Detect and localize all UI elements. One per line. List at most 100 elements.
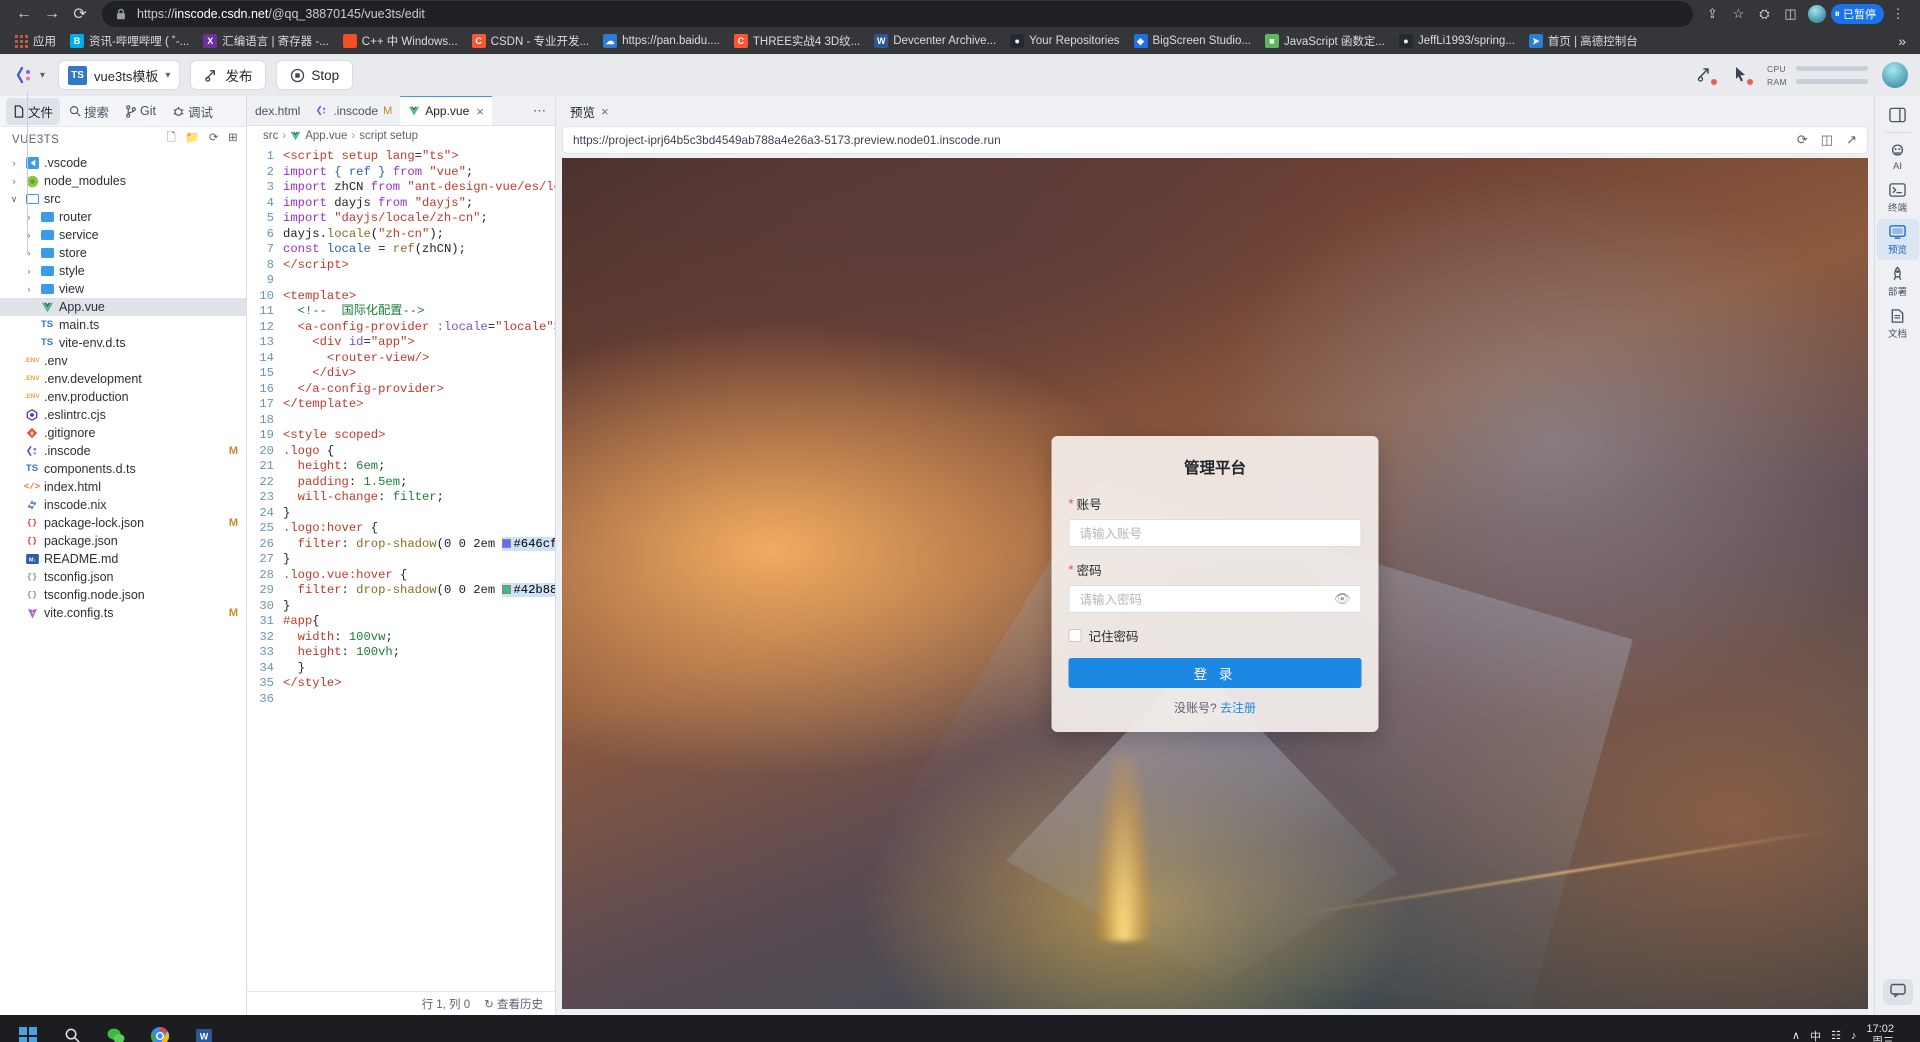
remember-password-row[interactable]: 记住密码 [1068, 626, 1362, 645]
explorer-tab-3[interactable]: Git [118, 100, 163, 122]
extensions-icon[interactable]: ⛭ [1753, 2, 1777, 26]
line-content[interactable] [283, 273, 555, 289]
tree-file[interactable]: .ENV .env.production [0, 388, 246, 406]
network-icon[interactable]: ☷ [1831, 1029, 1841, 1042]
breadcrumb-file[interactable]: App.vue [305, 130, 347, 142]
new-folder-icon[interactable]: 📁 [185, 130, 200, 149]
line-content[interactable] [283, 692, 555, 708]
line-content[interactable]: height: 100vh; [283, 645, 555, 661]
line-content[interactable]: dayjs.locale("zh-cn"); [283, 227, 555, 243]
chevron-down-icon[interactable]: ∨ [8, 194, 20, 205]
line-content[interactable]: } [283, 661, 555, 677]
tree-file[interactable]: </> index.html [0, 478, 246, 496]
line-content[interactable] [283, 413, 555, 429]
editor-tab-App-vue[interactable]: App.vue × [400, 96, 492, 125]
tree-file[interactable]: .gitignore [0, 424, 246, 442]
editor-tab--inscode[interactable]: .inscode M [308, 96, 401, 125]
ime-indicator[interactable]: 中 [1810, 1028, 1821, 1042]
chevron-right-icon[interactable]: › [23, 284, 35, 294]
tree-folder[interactable]: › service [0, 226, 246, 244]
bookmarks-overflow-icon[interactable]: » [1892, 33, 1912, 49]
bookmark-item[interactable]: W Devcenter Archive... [868, 32, 1002, 50]
tree-folder[interactable]: › .vscode [0, 154, 246, 172]
line-content[interactable]: </div> [283, 366, 555, 382]
remember-checkbox[interactable] [1068, 628, 1082, 642]
bookmark-apps[interactable]: 应用 [8, 31, 62, 51]
cursor-position[interactable]: 行 1, 列 0 [422, 996, 471, 1012]
device-toggle-icon[interactable]: ◫ [1821, 132, 1833, 148]
chevron-right-icon[interactable]: › [8, 158, 20, 168]
bookmark-item[interactable]: X 汇编语言 | 寄存器 -... [197, 31, 335, 51]
bookmark-item[interactable]: ● JeffLi1993/spring... [1393, 32, 1521, 50]
line-content[interactable]: <template> [283, 289, 555, 305]
register-link[interactable]: 去注册 [1220, 701, 1256, 715]
tree-folder[interactable]: › view [0, 280, 246, 298]
tree-file[interactable]: App.vue [0, 298, 246, 316]
open-external-icon[interactable]: ↗ [1846, 132, 1857, 148]
chevron-right-icon[interactable]: › [23, 248, 35, 258]
rail-item-预览[interactable]: 预览 [1876, 219, 1919, 260]
line-content[interactable]: import zhCN from "ant-design-vue/es/loc [283, 180, 555, 196]
tree-file[interactable]: .ENV .env.development [0, 370, 246, 388]
code-area[interactable]: 1 <script setup lang="ts"> 2 import { ref }… [247, 146, 555, 991]
breadcrumb-src[interactable]: src [263, 130, 278, 142]
account-input[interactable]: 请输入账号 [1068, 518, 1362, 547]
reload-icon[interactable]: ⟳ [66, 0, 94, 28]
tree-file[interactable]: TS components.d.ts [0, 460, 246, 478]
line-content[interactable]: .logo.vue:hover { [283, 568, 555, 584]
forward-icon[interactable]: → [38, 0, 66, 28]
line-content[interactable]: const locale = ref(zhCN); [283, 242, 555, 258]
tree-file[interactable]: .ENV .env [0, 352, 246, 370]
tree-folder[interactable]: › node_modules [0, 172, 246, 190]
tree-file[interactable]: {} package-lock.json M [0, 514, 246, 532]
new-file-icon[interactable]: 🗋 [167, 130, 177, 149]
close-icon[interactable]: × [476, 104, 484, 119]
line-content[interactable]: } [283, 506, 555, 522]
taskbar-chrome[interactable] [140, 1018, 180, 1042]
cursor-pointer-icon[interactable] [1731, 64, 1753, 86]
explorer-tab-4[interactable]: 调试 [165, 98, 220, 125]
bookmark-item[interactable]: ☁ https://pan.baidu.... [597, 32, 726, 50]
side-panel-icon[interactable]: ◫ [1779, 2, 1803, 26]
chevron-right-icon[interactable]: › [8, 176, 20, 186]
close-icon[interactable]: × [601, 104, 609, 119]
preview-viewport[interactable]: 管理平台 * 账号 请输入账号 * 密码 请输入密码 👁 记住密码 登 录 没账… [562, 158, 1868, 1009]
bookmark-item[interactable]: C++ 中 Windows... [337, 31, 464, 51]
refresh-icon[interactable]: ⟳ [209, 130, 219, 149]
tree-file[interactable]: {} package.json [0, 532, 246, 550]
chevron-right-icon[interactable]: › [23, 230, 35, 240]
bookmark-item[interactable]: ● Your Repositories [1004, 32, 1125, 50]
login-button[interactable]: 登 录 [1068, 657, 1362, 688]
bookmark-item[interactable]: C CSDN - 专业开发... [466, 31, 595, 51]
clock[interactable]: 17:02 周三 [1866, 1023, 1894, 1042]
chevron-right-icon[interactable]: › [23, 212, 35, 222]
editor-tab-dex-html[interactable]: dex.html [247, 96, 309, 125]
line-content[interactable]: import dayjs from "dayjs"; [283, 196, 555, 212]
line-content[interactable]: padding: 1.5em; [283, 475, 555, 491]
refresh-icon[interactable]: ⟳ [1797, 132, 1808, 148]
eye-off-icon[interactable]: 👁 [1334, 591, 1351, 607]
tree-file[interactable]: TS vite-env.d.ts [0, 334, 246, 352]
tree-file[interactable]: {} tsconfig.node.json [0, 586, 246, 604]
tree-folder[interactable]: ∨ src [0, 190, 246, 208]
line-content[interactable]: width: 100vw; [283, 630, 555, 646]
project-selector[interactable]: TS vue3ts模板 ▾ [58, 60, 181, 90]
bookmark-star-icon[interactable]: ☆ [1727, 2, 1751, 26]
tree-file[interactable]: M↓ README.md [0, 550, 246, 568]
preview-url-bar[interactable]: https://project-iprj64b5c3bd4549ab788a4e… [562, 126, 1868, 154]
line-content[interactable]: import "dayjs/locale/zh-cn"; [283, 211, 555, 227]
rail-item-AI[interactable]: AI [1877, 138, 1919, 176]
browser-menu-icon[interactable]: ⋮ [1886, 2, 1910, 26]
tree-folder[interactable]: › router [0, 208, 246, 226]
line-content[interactable]: } [283, 552, 555, 568]
line-content[interactable]: <script setup lang="ts"> [283, 149, 555, 165]
rail-item-部署[interactable]: 部署 [1877, 261, 1919, 302]
line-content[interactable]: <router-view/> [283, 351, 555, 367]
line-content[interactable]: </script> [283, 258, 555, 274]
breadcrumb-symbol[interactable]: script setup [359, 130, 418, 142]
line-content[interactable]: </template> [283, 397, 555, 413]
line-content[interactable]: <!-- 国际化配置--> [283, 304, 555, 320]
start-button[interactable] [8, 1018, 48, 1042]
line-content[interactable]: filter: drop-shadow(0 0 2em #42b883 [283, 583, 555, 599]
tree-file[interactable]: .inscode M [0, 442, 246, 460]
